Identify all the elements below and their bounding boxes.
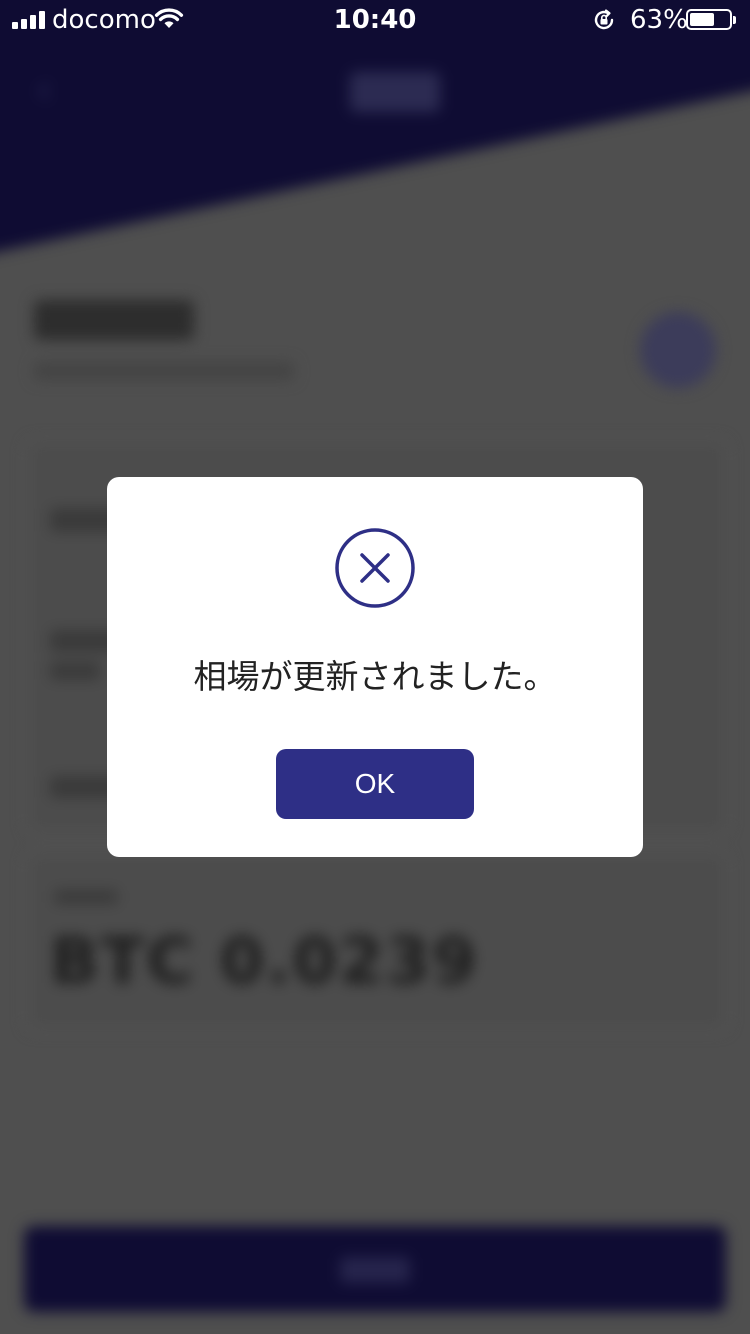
submit-button-label-blurred (340, 1257, 410, 1283)
battery-percentage: 63% (630, 5, 688, 35)
alert-dialog: 相場が更新されました。 OK (107, 477, 643, 857)
battery-level (690, 13, 714, 26)
battery-icon (686, 9, 736, 30)
rotation-lock-icon (594, 9, 614, 30)
ok-button[interactable]: OK (276, 749, 474, 819)
screen: ‹ BTC 0.0239 docomo 10:40 63% 相場が更新されました… (0, 0, 750, 1334)
page-title-blurred (34, 300, 194, 340)
avatar (640, 312, 716, 388)
field-blurred (50, 662, 100, 680)
header-title-blurred (350, 72, 440, 112)
balance-label-blurred (54, 890, 118, 904)
circle-x-icon (335, 528, 415, 608)
page-subtitle-blurred (34, 362, 294, 380)
back-arrow-icon: ‹ (36, 67, 52, 113)
dialog-message: 相場が更新されました。 (193, 657, 557, 696)
balance-value: BTC 0.0239 (50, 925, 479, 999)
header-background (0, 0, 750, 256)
status-bar: docomo 10:40 63% (0, 0, 750, 40)
